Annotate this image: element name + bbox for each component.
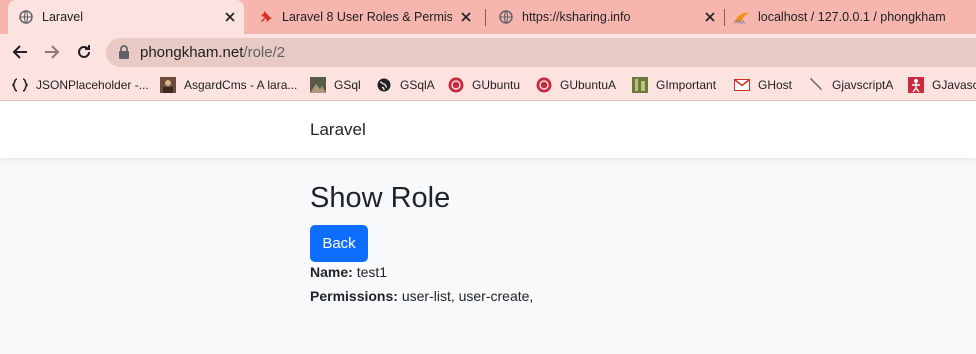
bookmark-gubuntua[interactable]: GUbuntuA <box>536 76 616 94</box>
close-icon[interactable] <box>222 9 238 25</box>
url-host: phongkham.net <box>140 44 244 61</box>
bookmark-gjavscripta[interactable]: GjavscriptA <box>808 76 893 94</box>
tab-phpmyadmin[interactable]: PMA localhost / 127.0.0.1 / phongkham <box>732 0 976 34</box>
phpmyadmin-icon: PMA <box>734 9 750 25</box>
bookmark-gjavascript[interactable]: GJavascri <box>908 76 976 94</box>
bookmark-gubuntu[interactable]: GUbuntu <box>448 76 520 94</box>
tab-title: Laravel 8 User Roles & Permissions <box>282 10 452 24</box>
main-content: Show Role Back Name: test1 Permissions: … <box>0 158 976 354</box>
lock-icon <box>118 45 132 60</box>
tab-laravel[interactable]: Laravel <box>8 0 244 34</box>
bookmark-label: JSONPlaceholder -... <box>36 78 149 92</box>
tab-title: https://ksharing.info <box>522 10 631 24</box>
app-navbar: Laravel <box>0 102 976 158</box>
tab-laravel-roles[interactable]: Laravel 8 User Roles & Permissions <box>252 0 478 34</box>
bookmark-gimportant[interactable]: GImportant <box>632 76 716 94</box>
laravel-badge-icon <box>536 77 552 93</box>
bookmark-label: GUbuntu <box>472 78 521 92</box>
back-button[interactable]: Back <box>310 225 368 262</box>
bookmark-label: GUbuntuA <box>560 78 617 92</box>
pin-icon <box>258 9 274 25</box>
role-permissions-row: Permissions: user-list, user-create, <box>310 288 533 304</box>
tab-separator <box>485 9 486 26</box>
bookmark-label: GjavscriptA <box>832 78 894 92</box>
image-thumbnail-icon <box>632 77 648 93</box>
forward-arrow-icon[interactable] <box>38 38 66 66</box>
role-name-row: Name: test1 <box>310 264 387 280</box>
bookmark-gsqla[interactable]: GSqlA <box>376 76 435 94</box>
url-text: phongkham.net/role/2 <box>140 44 285 61</box>
navbar-brand[interactable]: Laravel <box>310 120 366 140</box>
braces-icon <box>12 77 28 93</box>
permissions-label: Permissions: <box>310 288 398 304</box>
mail-icon <box>734 77 750 93</box>
bookmarks-bar: JSONPlaceholder -... AsgardCms - A lara.… <box>0 70 976 101</box>
name-label: Name: <box>310 264 353 280</box>
close-icon[interactable] <box>458 9 474 25</box>
tab-separator <box>724 9 725 26</box>
asgardcms-icon <box>160 77 176 93</box>
image-thumbnail-icon <box>310 77 326 93</box>
tab-title: Laravel <box>42 10 83 24</box>
browser-toolbar: phongkham.net/role/2 <box>0 34 976 70</box>
bookmark-ghost[interactable]: GHost <box>734 76 792 94</box>
bookmark-jsonplaceholder[interactable]: JSONPlaceholder -... <box>12 76 149 94</box>
bookmark-label: GHost <box>758 78 793 92</box>
bookmark-label: GSqlA <box>400 78 435 92</box>
tab-strip: Laravel Laravel 8 User Roles & Permissio… <box>0 0 976 34</box>
reload-icon[interactable] <box>70 38 98 66</box>
laravel-badge-icon <box>448 77 464 93</box>
close-icon[interactable] <box>702 9 718 25</box>
globe-icon <box>18 9 34 25</box>
back-arrow-icon[interactable] <box>6 38 34 66</box>
bookmark-label: AsgardCms - A lara... <box>184 78 298 92</box>
address-bar[interactable]: phongkham.net/role/2 <box>106 38 976 67</box>
tab-title: localhost / 127.0.0.1 / phongkham <box>758 10 946 24</box>
bookmark-asgardcms[interactable]: AsgardCms - A lara... <box>160 76 297 94</box>
globe-icon <box>376 77 392 93</box>
pen-icon <box>808 77 824 93</box>
bookmark-label: GJavascri <box>932 78 976 92</box>
bookmark-gsql[interactable]: GSql <box>310 76 361 94</box>
url-path: /role/2 <box>243 44 286 61</box>
bookmark-label: GSql <box>334 78 361 92</box>
page-title: Show Role <box>310 182 451 214</box>
permissions-value: user-list, user-create, <box>401 288 534 304</box>
name-value: test1 <box>356 264 388 280</box>
tab-ksharing[interactable]: https://ksharing.info <box>494 0 722 34</box>
figure-icon <box>908 77 924 93</box>
bookmark-label: GImportant <box>656 78 717 92</box>
svg-text:PMA: PMA <box>734 20 745 24</box>
globe-icon <box>498 9 514 25</box>
